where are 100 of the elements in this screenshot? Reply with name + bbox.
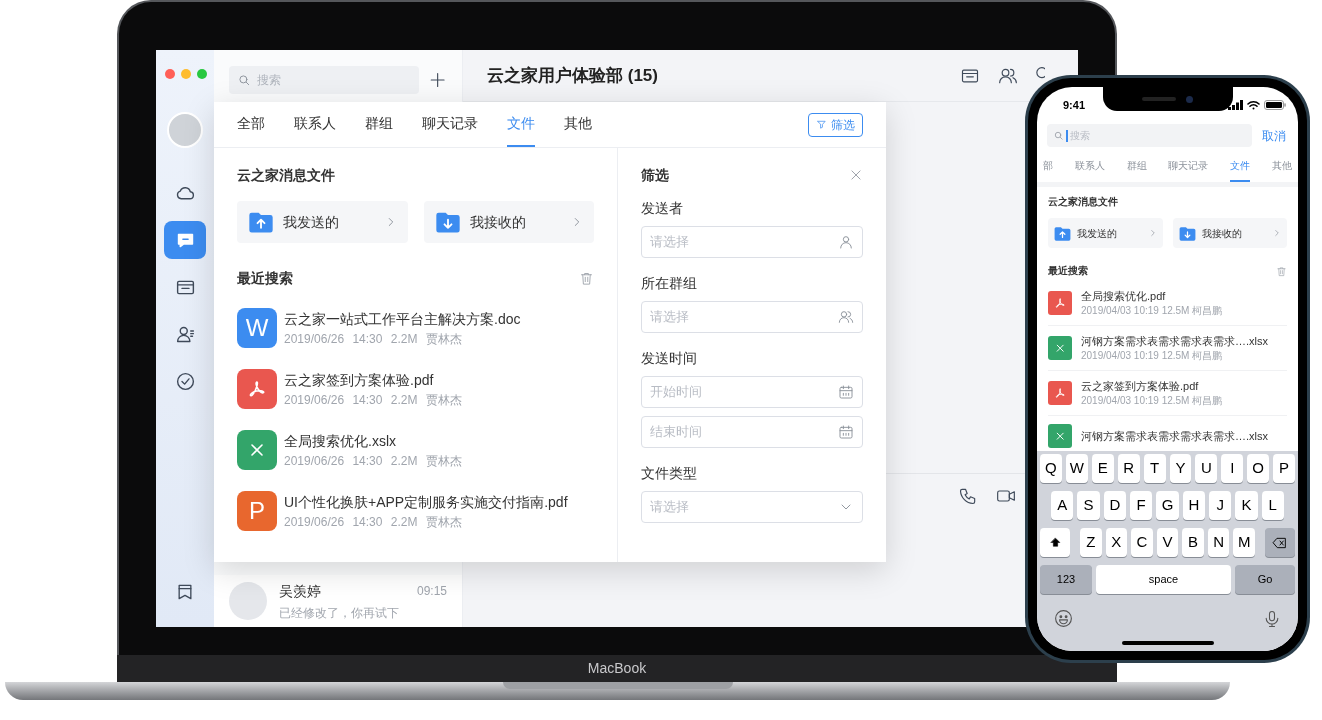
keyboard-key[interactable]: W [1065,454,1088,483]
keyboard-key[interactable]: B [1182,528,1204,557]
tab[interactable]: 群组 [365,102,393,147]
tab[interactable]: 聊天记录 [1168,156,1209,182]
shift-key[interactable] [1040,528,1070,557]
tab[interactable]: 文件 [1230,156,1251,182]
keyboard-key[interactable]: T [1143,454,1166,483]
section-title: 最近搜索 [1048,264,1088,278]
keyboard-key[interactable]: J [1208,491,1232,520]
file-name: 全局搜索优化.xslx [284,431,397,450]
keyboard-key[interactable]: E [1091,454,1114,483]
status-time: 9:41 [1063,97,1086,113]
filter-icon [816,119,827,130]
conversation-item[interactable]: 吴羡婷 09:15 已经修改了，你再试下 [214,575,462,627]
keyboard-key[interactable]: Y [1169,454,1192,483]
cancel-button[interactable]: 取消 [1262,126,1288,145]
keyboard-key[interactable]: F [1130,491,1153,520]
keyboard-key[interactable]: 123 [1040,565,1092,594]
search-icon [237,73,251,87]
avatar [229,582,267,620]
sent-files-button[interactable]: 我发送的 [1048,218,1163,248]
file-meta: 2019/04/03 10:19 12.5M 柯昌鹏 [1081,350,1224,362]
keyboard-key[interactable]: V [1156,528,1179,557]
text-cursor [1066,129,1068,142]
file-name: 河钢方案需求表需求需求表需求….xlsx [1081,429,1268,443]
tab[interactable]: 其他 [1272,156,1292,182]
file-name: 云之家签到方案体验.pdf [1081,379,1200,393]
sent-files-button[interactable]: 我发送的 [237,201,408,243]
slides-file-icon: P [237,491,277,531]
keyboard-key[interactable]: I [1221,454,1244,483]
search-icon[interactable] [1036,65,1045,81]
pdf-file-icon [1048,291,1072,315]
search-icon [1053,130,1064,141]
people-icon [838,309,854,325]
file-name: 云之家签到方案体验.pdf [284,370,435,389]
keyboard-key[interactable]: Q [1040,454,1062,483]
keyboard-key[interactable]: G [1156,491,1179,520]
message-time: 09:15 [416,583,447,600]
keyboard-key[interactable]: space [1096,565,1231,594]
phone-icon[interactable] [958,486,978,506]
wifi-icon [1247,100,1260,110]
keyboard-key[interactable]: D [1103,491,1126,520]
brand-label: MacBook [587,659,647,678]
file-item[interactable]: P UI个性化换肤+APP定制服务实施交付指南.pdf 2019/06/26 14:30 2.2M 贾林杰 [237,491,594,531]
keyboard-key[interactable]: Go [1235,565,1295,594]
calendar-icon [838,384,854,400]
keyboard-key[interactable]: X [1105,528,1128,557]
word-file-icon: W [237,308,277,348]
file-meta: 2019/06/26 14:30 2.2M 贾林杰 [284,330,463,347]
section-title: 最近搜索 [237,269,293,288]
pdf-file-icon [1048,381,1072,405]
tab[interactable]: 全部 [237,102,265,147]
tab[interactable]: 文件 [507,102,535,147]
chevron-right-icon [1272,228,1282,238]
keyboard-key[interactable]: H [1182,491,1205,520]
keyboard-key[interactable]: L [1261,491,1284,520]
emoji-icon[interactable] [1053,608,1074,629]
file-item[interactable]: 全局搜索优化.pdf 2019/04/03 10:19 12.5M 柯昌鹏 [1048,281,1287,326]
file-name: 全局搜索优化.pdf [1081,289,1167,303]
keyboard-key[interactable]: U [1195,454,1218,483]
tab[interactable]: 联系人 [294,102,336,147]
keyboard-key[interactable]: A [1051,491,1074,520]
file-item[interactable]: 云之家签到方案体验.pdf 2019/04/03 10:19 12.5M 柯昌鹏 [1048,371,1287,416]
keyboard-key[interactable]: K [1235,491,1258,520]
chat-title: 云之家用户体验部 (15) [487,64,658,87]
spreadsheet-file-icon [1048,336,1072,360]
received-files-button[interactable]: 我接收的 [1172,218,1287,248]
keyboard-key[interactable]: S [1077,491,1100,520]
shift-arrow-icon [1048,536,1062,549]
file-meta: 2019/04/03 10:19 12.5M 柯昌鹏 [1081,395,1223,407]
file-item[interactable]: 云之家签到方案体验.pdf 2019/06/26 14:30 2.2M 贾林杰 [237,369,594,409]
spreadsheet-file-icon [1048,424,1072,448]
tab[interactable]: 部 [1043,156,1053,182]
signal-icon [1228,100,1243,110]
keyboard-key[interactable]: O [1247,454,1270,483]
tab[interactable]: 聊天记录 [422,102,478,147]
tab[interactable]: 群组 [1126,156,1147,182]
message-preview: 已经修改了，你再试下 [279,604,400,622]
messages-nav-button[interactable] [164,221,206,259]
file-item[interactable]: 全局搜索优化.xslx 2019/06/26 14:30 2.2M 贾林杰 [237,430,594,470]
keyboard-key[interactable]: P [1273,454,1296,483]
battery-icon [1264,100,1286,110]
file-item[interactable]: 河钢方案需求表需求需求表需求….xlsx 2019/04/03 10:19 12.5M 柯昌鹏 [1048,326,1287,371]
file-name: 云之家一站式工作平台主解决方案.doc [284,309,521,328]
tab[interactable]: 其他 [564,102,592,147]
field-label: 文件类型 [641,464,698,483]
received-files-button[interactable]: 我接收的 [423,201,594,243]
contact-name: 吴羡婷 [279,581,321,601]
field-label: 所在群组 [641,274,698,293]
keyboard-key[interactable]: C [1131,528,1153,557]
backspace-key[interactable] [1265,528,1296,557]
keyboard-key[interactable]: Z [1080,528,1102,557]
keyboard-key[interactable]: M [1233,528,1256,557]
file-item[interactable]: W 云之家一站式工作平台主解决方案.doc 2019/06/26 14:30 2.2M 贾林杰 [237,308,594,348]
filter-button[interactable]: 筛选 [808,112,863,137]
keyboard-key[interactable]: R [1117,454,1140,483]
pdf-file-icon [237,369,277,409]
keyboard-key[interactable]: N [1207,528,1230,557]
field-label: 发送时间 [641,349,698,368]
file-meta: 2019/06/26 14:30 2.2M 贾林杰 [284,513,463,530]
